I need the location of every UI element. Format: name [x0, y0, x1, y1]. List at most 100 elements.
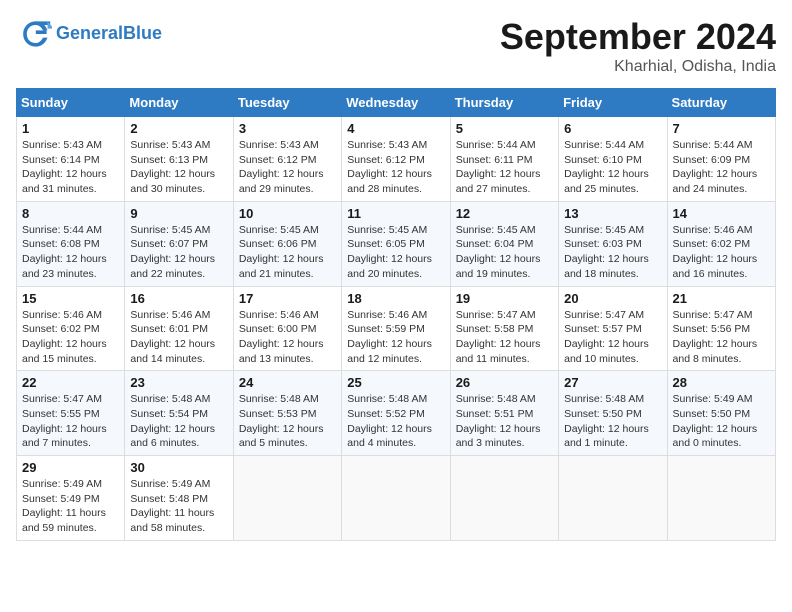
calendar-cell: 24Sunrise: 5:48 AM Sunset: 5:53 PM Dayli…: [233, 371, 341, 456]
day-number: 2: [130, 121, 227, 136]
day-info: Sunrise: 5:45 AM Sunset: 6:04 PM Dayligh…: [456, 223, 553, 282]
day-info: Sunrise: 5:48 AM Sunset: 5:51 PM Dayligh…: [456, 392, 553, 451]
calendar-header-row: SundayMondayTuesdayWednesdayThursdayFrid…: [17, 89, 776, 117]
day-info: Sunrise: 5:43 AM Sunset: 6:14 PM Dayligh…: [22, 138, 119, 197]
calendar-week-row: 8 Sunrise: 5:44 AM Sunset: 6:08 PM Daylig…: [17, 201, 776, 286]
calendar-cell: 1 Sunrise: 5:43 AM Sunset: 6:14 PM Daylig…: [17, 117, 125, 202]
day-number: 10: [239, 206, 336, 221]
day-info: Sunrise: 5:46 AM Sunset: 5:59 PM Dayligh…: [347, 308, 444, 367]
calendar-cell: 28 Sunrise: 5:49 AM Sunset: 5:50 PM Dayli…: [667, 371, 775, 456]
day-number: 29: [22, 460, 119, 475]
day-info: Sunrise: 5:44 AM Sunset: 6:08 PM Dayligh…: [22, 223, 119, 282]
calendar-cell: 15 Sunrise: 5:46 AM Sunset: 6:02 PM Dayli…: [17, 286, 125, 371]
calendar-week-row: 22 Sunrise: 5:47 AM Sunset: 5:55 PM Dayli…: [17, 371, 776, 456]
day-info: Sunrise: 5:45 AM Sunset: 6:06 PM Dayligh…: [239, 223, 336, 282]
day-info: Sunrise: 5:47 AM Sunset: 5:57 PM Dayligh…: [564, 308, 661, 367]
day-info: Sunrise: 5:45 AM Sunset: 6:07 PM Dayligh…: [130, 223, 227, 282]
calendar-cell: 8 Sunrise: 5:44 AM Sunset: 6:08 PM Daylig…: [17, 201, 125, 286]
day-info: Sunrise: 5:45 AM Sunset: 6:05 PM Dayligh…: [347, 223, 444, 282]
col-header-saturday: Saturday: [667, 89, 775, 117]
calendar-cell: 9 Sunrise: 5:45 AM Sunset: 6:07 PM Daylig…: [125, 201, 233, 286]
day-number: 18: [347, 291, 444, 306]
day-number: 22: [22, 375, 119, 390]
calendar-cell: 14Sunrise: 5:46 AM Sunset: 6:02 PM Dayli…: [667, 201, 775, 286]
day-info: Sunrise: 5:48 AM Sunset: 5:50 PM Dayligh…: [564, 392, 661, 451]
calendar-cell: 21 Sunrise: 5:47 AM Sunset: 5:56 PM Dayli…: [667, 286, 775, 371]
calendar-week-row: 29 Sunrise: 5:49 AM Sunset: 5:49 PM Dayli…: [17, 456, 776, 541]
col-header-sunday: Sunday: [17, 89, 125, 117]
day-info: Sunrise: 5:49 AM Sunset: 5:50 PM Dayligh…: [673, 392, 770, 451]
day-number: 16: [130, 291, 227, 306]
calendar-cell: [233, 456, 341, 541]
col-header-thursday: Thursday: [450, 89, 558, 117]
day-number: 3: [239, 121, 336, 136]
calendar-cell: 4 Sunrise: 5:43 AM Sunset: 6:12 PM Daylig…: [342, 117, 450, 202]
day-number: 25: [347, 375, 444, 390]
day-number: 28: [673, 375, 770, 390]
day-info: Sunrise: 5:45 AM Sunset: 6:03 PM Dayligh…: [564, 223, 661, 282]
calendar-cell: [450, 456, 558, 541]
day-number: 13: [564, 206, 661, 221]
col-header-wednesday: Wednesday: [342, 89, 450, 117]
day-number: 21: [673, 291, 770, 306]
day-info: Sunrise: 5:44 AM Sunset: 6:09 PM Dayligh…: [673, 138, 770, 197]
title-block: September 2024 Kharhial, Odisha, India: [500, 16, 776, 76]
day-number: 1: [22, 121, 119, 136]
day-info: Sunrise: 5:43 AM Sunset: 6:13 PM Dayligh…: [130, 138, 227, 197]
calendar-cell: 7 Sunrise: 5:44 AM Sunset: 6:09 PM Daylig…: [667, 117, 775, 202]
day-number: 5: [456, 121, 553, 136]
location-subtitle: Kharhial, Odisha, India: [500, 58, 776, 76]
day-info: Sunrise: 5:46 AM Sunset: 6:00 PM Dayligh…: [239, 308, 336, 367]
calendar-table: SundayMondayTuesdayWednesdayThursdayFrid…: [16, 88, 776, 541]
day-info: Sunrise: 5:47 AM Sunset: 5:58 PM Dayligh…: [456, 308, 553, 367]
calendar-cell: 6Sunrise: 5:44 AM Sunset: 6:10 PM Daylig…: [559, 117, 667, 202]
day-number: 4: [347, 121, 444, 136]
day-number: 20: [564, 291, 661, 306]
day-info: Sunrise: 5:44 AM Sunset: 6:11 PM Dayligh…: [456, 138, 553, 197]
day-info: Sunrise: 5:43 AM Sunset: 6:12 PM Dayligh…: [347, 138, 444, 197]
calendar-cell: 20 Sunrise: 5:47 AM Sunset: 5:57 PM Dayli…: [559, 286, 667, 371]
calendar-cell: 26 Sunrise: 5:48 AM Sunset: 5:51 PM Dayli…: [450, 371, 558, 456]
day-number: 8: [22, 206, 119, 221]
day-number: 26: [456, 375, 553, 390]
day-info: Sunrise: 5:47 AM Sunset: 5:55 PM Dayligh…: [22, 392, 119, 451]
calendar-cell: [667, 456, 775, 541]
logo-general: General: [56, 23, 123, 43]
logo-icon: [16, 16, 52, 52]
calendar-cell: 25 Sunrise: 5:48 AM Sunset: 5:52 PM Dayli…: [342, 371, 450, 456]
calendar-cell: 10 Sunrise: 5:45 AM Sunset: 6:06 PM Dayli…: [233, 201, 341, 286]
calendar-cell: 19 Sunrise: 5:47 AM Sunset: 5:58 PM Dayli…: [450, 286, 558, 371]
logo-blue: Blue: [123, 23, 162, 43]
day-info: Sunrise: 5:46 AM Sunset: 6:02 PM Dayligh…: [22, 308, 119, 367]
day-info: Sunrise: 5:47 AM Sunset: 5:56 PM Dayligh…: [673, 308, 770, 367]
day-number: 23: [130, 375, 227, 390]
day-info: Sunrise: 5:48 AM Sunset: 5:54 PM Dayligh…: [130, 392, 227, 451]
calendar-cell: 16Sunrise: 5:46 AM Sunset: 6:01 PM Dayli…: [125, 286, 233, 371]
calendar-cell: 17 Sunrise: 5:46 AM Sunset: 6:00 PM Dayli…: [233, 286, 341, 371]
month-title: September 2024: [500, 16, 776, 58]
calendar-cell: 2 Sunrise: 5:43 AM Sunset: 6:13 PM Daylig…: [125, 117, 233, 202]
calendar-cell: 13 Sunrise: 5:45 AM Sunset: 6:03 PM Dayli…: [559, 201, 667, 286]
day-number: 7: [673, 121, 770, 136]
calendar-cell: 11 Sunrise: 5:45 AM Sunset: 6:05 PM Dayli…: [342, 201, 450, 286]
day-number: 11: [347, 206, 444, 221]
calendar-cell: 23 Sunrise: 5:48 AM Sunset: 5:54 PM Dayli…: [125, 371, 233, 456]
calendar-week-row: 1 Sunrise: 5:43 AM Sunset: 6:14 PM Daylig…: [17, 117, 776, 202]
calendar-cell: 18 Sunrise: 5:46 AM Sunset: 5:59 PM Dayli…: [342, 286, 450, 371]
calendar-week-row: 15 Sunrise: 5:46 AM Sunset: 6:02 PM Dayli…: [17, 286, 776, 371]
calendar-cell: 3 Sunrise: 5:43 AM Sunset: 6:12 PM Daylig…: [233, 117, 341, 202]
day-number: 9: [130, 206, 227, 221]
calendar-cell: 12Sunrise: 5:45 AM Sunset: 6:04 PM Dayli…: [450, 201, 558, 286]
day-info: Sunrise: 5:43 AM Sunset: 6:12 PM Dayligh…: [239, 138, 336, 197]
day-info: Sunrise: 5:49 AM Sunset: 5:48 PM Dayligh…: [130, 477, 227, 536]
day-info: Sunrise: 5:49 AM Sunset: 5:49 PM Dayligh…: [22, 477, 119, 536]
day-number: 15: [22, 291, 119, 306]
day-info: Sunrise: 5:48 AM Sunset: 5:53 PM Dayligh…: [239, 392, 336, 451]
day-number: 6: [564, 121, 661, 136]
calendar-cell: 22 Sunrise: 5:47 AM Sunset: 5:55 PM Dayli…: [17, 371, 125, 456]
day-info: Sunrise: 5:48 AM Sunset: 5:52 PM Dayligh…: [347, 392, 444, 451]
calendar-cell: [559, 456, 667, 541]
calendar-cell: 5 Sunrise: 5:44 AM Sunset: 6:11 PM Daylig…: [450, 117, 558, 202]
day-number: 17: [239, 291, 336, 306]
day-number: 19: [456, 291, 553, 306]
